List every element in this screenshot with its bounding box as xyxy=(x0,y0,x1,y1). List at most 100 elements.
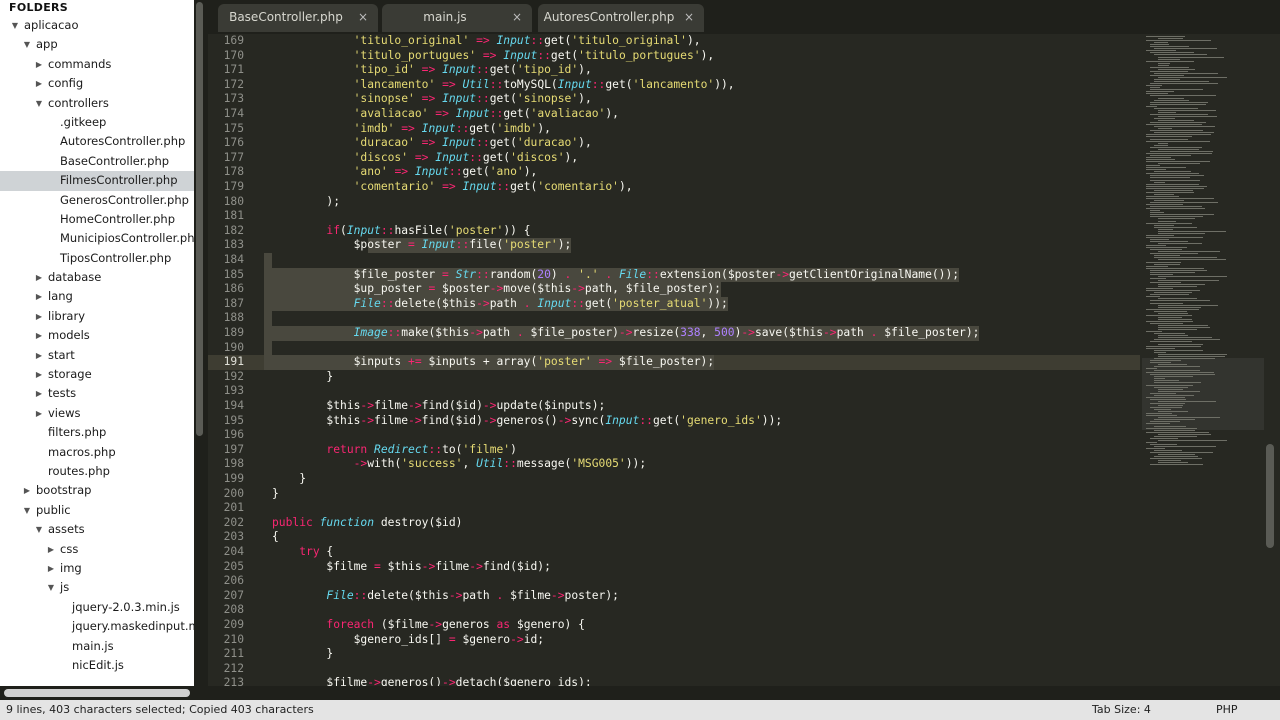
tree-item[interactable]: AutoresController.php xyxy=(0,132,194,151)
code-line[interactable]: 'lancamento' => Util::toMySQL(Input::get… xyxy=(272,78,735,93)
tab-main-js[interactable]: main.js × xyxy=(382,4,532,32)
code-line[interactable]: 'titulo_original' => Input::get('titulo_… xyxy=(272,34,701,49)
tree-item[interactable]: HomeController.php xyxy=(0,210,194,229)
tree-item[interactable]: ▶ start xyxy=(0,346,194,365)
minimap[interactable] xyxy=(1142,34,1264,686)
code-line[interactable]: $inputs += $inputs + array('poster' => $… xyxy=(272,355,715,370)
code-line[interactable]: $genero_ids[] = $genero->id; xyxy=(272,633,544,648)
code-line[interactable]: } xyxy=(272,472,306,487)
code-line[interactable]: if(Input::hasFile('poster')) { xyxy=(272,224,530,239)
tree-item[interactable]: GenerosController.php xyxy=(0,191,194,210)
code-line[interactable]: Image::make($this->path . $file_poster)-… xyxy=(272,326,980,341)
tree-item[interactable]: ▼ aplicacao xyxy=(0,16,194,35)
collapsed-arrow-icon[interactable]: ▶ xyxy=(34,326,44,345)
code-line[interactable]: 'imdb' => Input::get('imdb'), xyxy=(272,122,551,137)
collapsed-arrow-icon[interactable]: ▶ xyxy=(34,55,44,74)
sidebar-horizontal-scrollbar[interactable] xyxy=(4,689,190,697)
tree-item[interactable]: BaseController.php xyxy=(0,152,194,171)
sidebar-scrollbar[interactable] xyxy=(196,2,203,436)
code-line[interactable]: ); xyxy=(272,195,340,210)
expanded-arrow-icon[interactable]: ▼ xyxy=(34,520,44,539)
code-line[interactable]: { xyxy=(272,530,279,545)
tree-item[interactable]: ▶ commands xyxy=(0,55,194,74)
code-line[interactable]: $filme->generos()->detach($genero_ids); xyxy=(272,676,591,686)
tree-item[interactable]: nicEdit.js xyxy=(0,656,194,675)
syntax-indicator[interactable]: PHP xyxy=(1216,700,1238,720)
code-line[interactable]: return Redirect::to('filme') xyxy=(272,443,516,458)
tree-item[interactable]: ▶ storage xyxy=(0,365,194,384)
tree-item[interactable]: ▼ app xyxy=(0,35,194,54)
expanded-arrow-icon[interactable]: ▼ xyxy=(22,501,32,520)
expanded-arrow-icon[interactable]: ▼ xyxy=(10,16,20,35)
editor-vertical-scrollbar[interactable] xyxy=(1266,444,1274,548)
tab-basecontroller[interactable]: BaseController.php × xyxy=(218,4,378,32)
collapsed-arrow-icon[interactable]: ▶ xyxy=(46,540,56,559)
code-line[interactable]: 'sinopse' => Input::get('sinopse'), xyxy=(272,92,592,107)
tree-item[interactable]: filters.php xyxy=(0,423,194,442)
collapsed-arrow-icon[interactable]: ▶ xyxy=(34,365,44,384)
code-line[interactable]: 'tipo_id' => Input::get('tipo_id'), xyxy=(272,63,592,78)
tree-item[interactable]: TiposController.php xyxy=(0,249,194,268)
tree-item[interactable]: ▶ database xyxy=(0,268,194,287)
tree-item[interactable]: ▼ public xyxy=(0,501,194,520)
tree-item[interactable]: MunicipiosController.php xyxy=(0,229,194,248)
tree-item[interactable]: ▶ models xyxy=(0,326,194,345)
tree-item[interactable]: ▶ views xyxy=(0,404,194,423)
collapsed-arrow-icon[interactable]: ▶ xyxy=(34,346,44,365)
code-line[interactable]: $up_poster = $poster->move($this->path, … xyxy=(272,282,721,297)
tree-item[interactable]: jquery-2.0.3.min.js xyxy=(0,598,194,617)
tree-item[interactable]: ▶ bootstrap xyxy=(0,481,194,500)
close-icon[interactable]: × xyxy=(512,10,522,24)
code-line[interactable]: public function destroy($id) xyxy=(272,516,462,531)
code-line[interactable]: } xyxy=(272,487,279,502)
tree-item[interactable]: ▼ js xyxy=(0,578,194,597)
tree-item[interactable]: .gitkeep xyxy=(0,113,194,132)
tree-item[interactable]: ▶ tests xyxy=(0,384,194,403)
collapsed-arrow-icon[interactable]: ▶ xyxy=(34,287,44,306)
tree-item[interactable]: ▼ controllers xyxy=(0,94,194,113)
expanded-arrow-icon[interactable]: ▼ xyxy=(22,35,32,54)
code-editor[interactable]: 169 'titulo_original' => Input::get('tit… xyxy=(208,34,1280,686)
code-line[interactable]: 'discos' => Input::get('discos'), xyxy=(272,151,579,166)
collapsed-arrow-icon[interactable]: ▶ xyxy=(34,384,44,403)
tree-item[interactable]: routes.php xyxy=(0,462,194,481)
code-line[interactable]: $poster = Input::file('poster'); xyxy=(272,238,572,253)
tree-item[interactable]: ▶ img xyxy=(0,559,194,578)
collapsed-arrow-icon[interactable]: ▶ xyxy=(34,307,44,326)
tree-item[interactable]: FilmesController.php xyxy=(0,171,194,191)
code-line[interactable]: 'avaliacao' => Input::get('avaliacao'), xyxy=(272,107,619,122)
close-icon[interactable]: × xyxy=(684,10,694,24)
code-line[interactable]: ->with('success', Util::message('MSG005'… xyxy=(272,457,647,472)
code-line[interactable]: File::delete($this->path . Input::get('p… xyxy=(272,297,728,312)
tree-item[interactable]: ▶ config xyxy=(0,74,194,93)
code-line[interactable]: 'titulo_portugues' => Input::get('titulo… xyxy=(272,49,715,64)
tab-autorescontroller[interactable]: AutoresController.php × xyxy=(538,4,704,32)
collapsed-arrow-icon[interactable]: ▶ xyxy=(34,74,44,93)
tree-item[interactable]: ▶ library xyxy=(0,307,194,326)
code-line[interactable]: $file_poster = Str::random(20) . '.' . F… xyxy=(272,268,959,283)
code-line[interactable]: try { xyxy=(272,545,333,560)
code-line[interactable]: } xyxy=(272,647,333,662)
tree-item[interactable]: jquery.maskedinput.m xyxy=(0,617,194,636)
code-line[interactable]: File::delete($this->path . $filme->poste… xyxy=(272,589,619,604)
tree-item[interactable]: main.js xyxy=(0,637,194,656)
code-line[interactable]: 'comentario' => Input::get('comentario')… xyxy=(272,180,633,195)
tab-size-indicator[interactable]: Tab Size: 4 xyxy=(1092,700,1151,720)
code-line[interactable]: } xyxy=(272,370,333,385)
expanded-arrow-icon[interactable]: ▼ xyxy=(34,94,44,113)
tree-item[interactable]: ▼ assets xyxy=(0,520,194,539)
collapsed-arrow-icon[interactable]: ▶ xyxy=(34,268,44,287)
code-line[interactable]: foreach ($filme->generos as $genero) { xyxy=(272,618,585,633)
tree-item[interactable]: ▶ lang xyxy=(0,287,194,306)
code-line[interactable]: $this->filme->find($id)->generos()->sync… xyxy=(272,414,782,429)
code-line[interactable]: $this->filme->find($id)->update($inputs)… xyxy=(272,399,605,414)
code-line[interactable]: 'duracao' => Input::get('duracao'), xyxy=(272,136,592,151)
close-icon[interactable]: × xyxy=(358,10,368,24)
expanded-arrow-icon[interactable]: ▼ xyxy=(46,578,56,597)
code-line[interactable]: $filme = $this->filme->find($id); xyxy=(272,560,551,575)
collapsed-arrow-icon[interactable]: ▶ xyxy=(46,559,56,578)
collapsed-arrow-icon[interactable]: ▶ xyxy=(34,404,44,423)
code-line[interactable]: 'ano' => Input::get('ano'), xyxy=(272,165,538,180)
tree-item[interactable]: ▶ css xyxy=(0,540,194,559)
tree-item[interactable]: macros.php xyxy=(0,443,194,462)
